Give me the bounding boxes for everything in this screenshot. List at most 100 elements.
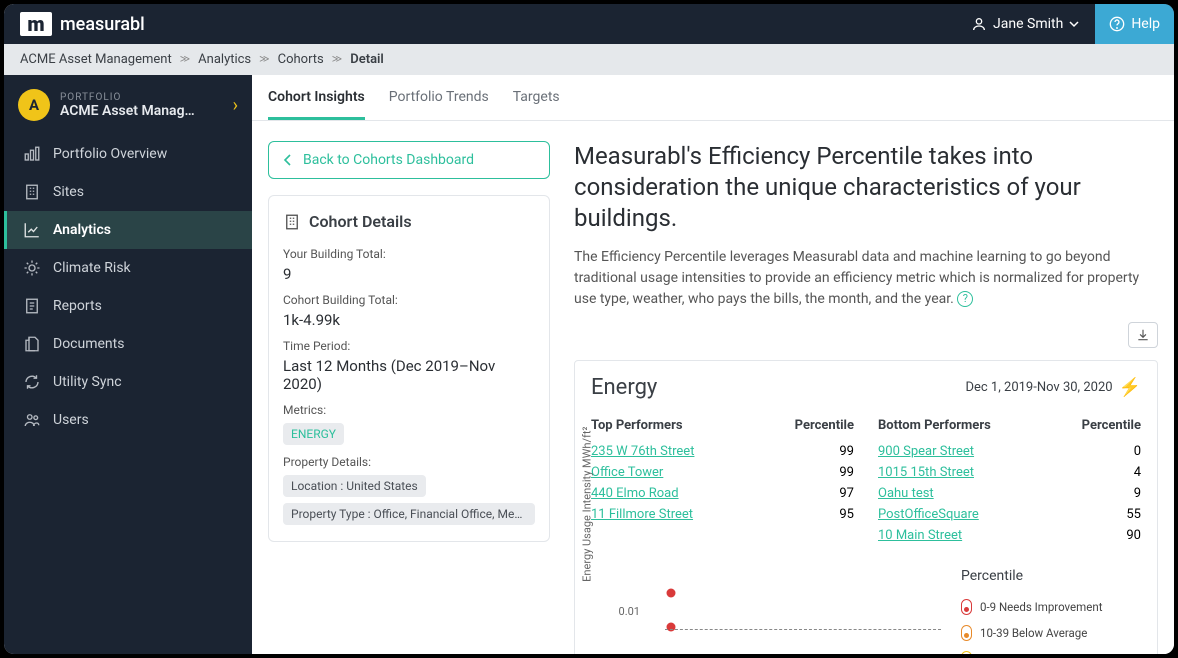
legend-label: 40-59 Average <box>980 652 1053 654</box>
help-icon[interactable]: ? <box>957 291 973 307</box>
bolt-icon: ⚡ <box>1119 377 1141 398</box>
performer-link[interactable]: 900 Spear Street <box>878 444 974 459</box>
your-building-label: Your Building Total: <box>283 247 535 261</box>
property-type-tag: Property Type : Office, Financial Office… <box>283 503 535 525</box>
breadcrumb: ACME Asset Management ≫ Analytics ≫ Coho… <box>4 44 1174 75</box>
percentile-value: 97 <box>839 486 854 501</box>
percentile-value: 9 <box>1134 486 1141 501</box>
legend-label: 10-39 Below Average <box>980 626 1087 640</box>
bottom-performers-col: Bottom Performers Percentile 900 Spear S… <box>878 418 1141 546</box>
performer-link[interactable]: 235 W 76th Street <box>591 444 694 459</box>
analytics-icon <box>23 221 41 239</box>
legend-row: 40-59 Average <box>961 646 1141 654</box>
help-label: Help <box>1131 16 1160 32</box>
tab-targets[interactable]: Targets <box>513 75 560 120</box>
percentile-value: 4 <box>1134 465 1141 480</box>
sidebar-item-sites[interactable]: Sites <box>4 173 252 211</box>
sidebar-item-label: Utility Sync <box>53 374 122 390</box>
time-period-label: Time Period: <box>283 339 535 353</box>
sync-icon <box>23 373 41 391</box>
legend-pill-icon <box>961 651 972 654</box>
download-icon <box>1136 328 1150 342</box>
sidebar-item-climate-risk[interactable]: Climate Risk <box>4 249 252 287</box>
performer-link[interactable]: 10 Main Street <box>878 528 962 543</box>
chart-point[interactable] <box>667 623 676 632</box>
percentile-value: 55 <box>1126 507 1141 522</box>
reports-icon <box>23 297 41 315</box>
property-details-label: Property Details: <box>283 455 535 469</box>
performer-row: 10 Main Street90 <box>878 525 1141 546</box>
sidebar: A PORTFOLIO ACME Asset Manag… › Portfoli… <box>4 75 252 654</box>
building-icon <box>283 213 301 231</box>
sidebar-item-documents[interactable]: Documents <box>4 325 252 363</box>
legend-row: 10-39 Below Average <box>961 620 1141 646</box>
cohort-details-panel: Cohort Details Your Building Total: 9 Co… <box>268 195 550 542</box>
sidebar-item-label: Documents <box>53 336 124 352</box>
performer-row: PostOfficeSquare 55 <box>878 504 1141 525</box>
sidebar-item-analytics[interactable]: Analytics <box>4 211 252 249</box>
top-performers-header: Top Performers <box>591 418 683 433</box>
performer-row: Office Tower 99 <box>591 462 854 483</box>
download-button[interactable] <box>1128 322 1158 348</box>
sidebar-item-users[interactable]: Users <box>4 401 252 439</box>
bottom-performers-header: Bottom Performers <box>878 418 991 433</box>
y-axis-label: Energy Usage Intensity MWh/ft² <box>581 426 594 581</box>
sidebar-item-label: Climate Risk <box>53 260 131 276</box>
metrics-tag: ENERGY <box>283 423 344 445</box>
legend-title: Percentile <box>961 568 1141 584</box>
chart-point[interactable] <box>667 589 676 598</box>
reference-dash-line <box>665 629 941 630</box>
chevron-left-icon <box>283 154 293 166</box>
help-button[interactable]: Help <box>1095 4 1174 44</box>
chevron-right-icon: › <box>233 95 238 116</box>
sidebar-item-label: Analytics <box>53 222 111 238</box>
percentile-header: Percentile <box>795 418 854 433</box>
y-tick: 0.01 <box>606 605 640 618</box>
top-navbar: m measurabl Jane Smith Help <box>4 4 1174 44</box>
user-icon <box>971 16 987 32</box>
brand-name: measurabl <box>60 14 145 35</box>
performer-link[interactable]: 1015 15th Street <box>878 465 974 480</box>
energy-card: Energy Dec 1, 2019-Nov 30, 2020 ⚡ Top Pe… <box>574 360 1158 654</box>
help-icon <box>1109 16 1125 32</box>
your-building-value: 9 <box>283 265 535 283</box>
performer-row: 11 Fillmore Street95 <box>591 504 854 525</box>
chevron-down-icon <box>1069 19 1079 29</box>
top-performers-col: Top Performers Percentile 235 W 76th Str… <box>591 418 854 546</box>
sidebar-item-portfolio-overview[interactable]: Portfolio Overview <box>4 135 252 173</box>
description-text: The Efficiency Percentile leverages Meas… <box>574 249 1139 307</box>
energy-date-range: Dec 1, 2019-Nov 30, 2020 ⚡ <box>965 377 1141 398</box>
time-period-value: Last 12 Months (Dec 2019–Nov 2020) <box>283 357 535 393</box>
performer-row: Oahu test 9 <box>878 483 1141 504</box>
performer-link[interactable]: 11 Fillmore Street <box>591 507 693 522</box>
portfolio-switcher[interactable]: A PORTFOLIO ACME Asset Manag… › <box>4 75 252 135</box>
user-menu[interactable]: Jane Smith <box>971 16 1079 32</box>
performer-link[interactable]: Office Tower <box>591 465 663 480</box>
performer-link[interactable]: PostOfficeSquare <box>878 507 979 522</box>
back-button-label: Back to Cohorts Dashboard <box>303 152 474 168</box>
chevron-right-icon: ≫ <box>332 54 342 65</box>
sidebar-item-utility-sync[interactable]: Utility Sync <box>4 363 252 401</box>
breadcrumb-item[interactable]: Cohorts <box>278 52 324 67</box>
portfolio-label: PORTFOLIO <box>60 92 223 103</box>
performer-link[interactable]: 440 Elmo Road <box>591 486 679 501</box>
tab-cohort-insights[interactable]: Cohort Insights <box>268 75 365 120</box>
sidebar-item-reports[interactable]: Reports <box>4 287 252 325</box>
portfolio-avatar: A <box>18 89 50 121</box>
cohort-building-label: Cohort Building Total: <box>283 293 535 307</box>
tab-portfolio-trends[interactable]: Portfolio Trends <box>389 75 489 120</box>
documents-icon <box>23 335 41 353</box>
percentile-value: 99 <box>839 465 854 480</box>
performer-row: 900 Spear Street0 <box>878 441 1141 462</box>
breadcrumb-item-current: Detail <box>350 52 384 67</box>
sidebar-item-label: Sites <box>53 184 84 200</box>
performer-link[interactable]: Oahu test <box>878 486 934 501</box>
panel-title: Cohort Details <box>309 212 412 231</box>
breadcrumb-item[interactable]: ACME Asset Management <box>20 52 172 67</box>
performer-row: 235 W 76th Street99 <box>591 441 854 462</box>
performer-row: 1015 15th Street 4 <box>878 462 1141 483</box>
headline: Measurabl's Efficiency Percentile takes … <box>574 141 1158 235</box>
back-to-dashboard-button[interactable]: Back to Cohorts Dashboard <box>268 141 550 179</box>
breadcrumb-item[interactable]: Analytics <box>198 52 251 67</box>
energy-title: Energy <box>591 375 657 400</box>
